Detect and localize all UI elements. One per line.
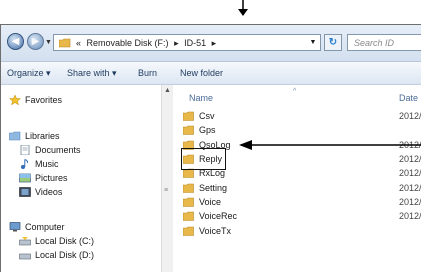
file-date: 2012/ bbox=[399, 197, 421, 208]
scroll-up-icon[interactable]: ▲ bbox=[164, 87, 171, 94]
nav-local-disk-c-label: Local Disk (C:) bbox=[35, 236, 95, 246]
pictures-icon bbox=[19, 173, 31, 183]
breadcrumb-separator[interactable]: ▸ bbox=[174, 38, 179, 48]
nav-videos-label: Videos bbox=[35, 187, 63, 197]
file-date: 2012/ bbox=[399, 139, 421, 150]
folder-icon bbox=[182, 197, 194, 209]
nav-pictures[interactable]: Pictures bbox=[19, 173, 68, 183]
nav-music[interactable]: Music bbox=[19, 159, 59, 169]
drive-icon bbox=[19, 250, 31, 260]
nav-documents[interactable]: Documents bbox=[19, 144, 81, 156]
list-item[interactable]: Gps bbox=[182, 125, 216, 139]
forward-button[interactable]: ▶ bbox=[27, 33, 44, 50]
column-header-name[interactable]: Name bbox=[189, 93, 213, 103]
folder-icon bbox=[182, 211, 194, 223]
file-list: Name ^ Date r Csv2012/GpsQsoLog2012/Repl… bbox=[173, 85, 421, 272]
videos-icon bbox=[19, 187, 31, 197]
list-item[interactable]: VoiceTx bbox=[182, 225, 232, 240]
nav-local-disk-d-label: Local Disk (D:) bbox=[35, 250, 95, 260]
nav-videos[interactable]: Videos bbox=[19, 187, 62, 197]
navigation-scrollbar[interactable]: ▲ ≡ bbox=[161, 85, 173, 272]
nav-computer-label: Computer bbox=[25, 222, 65, 232]
nav-computer[interactable]: Computer bbox=[9, 222, 65, 232]
file-name: Setting bbox=[199, 182, 228, 193]
file-name: VoiceRec bbox=[199, 211, 238, 222]
list-item[interactable]: Setting bbox=[182, 182, 228, 197]
nav-local-disk-c[interactable]: Local Disk (C:) bbox=[19, 236, 94, 246]
file-date: 2012/ bbox=[399, 168, 421, 179]
nav-favorites[interactable]: Favorites bbox=[8, 94, 63, 106]
documents-icon bbox=[19, 144, 31, 156]
file-name: Gps bbox=[199, 125, 216, 136]
libraries-icon bbox=[8, 131, 21, 141]
file-name: VoiceTx bbox=[199, 225, 232, 236]
address-overflow-chevron[interactable]: « bbox=[76, 38, 81, 48]
gps-highlight-box bbox=[181, 148, 226, 170]
new-folder-button[interactable]: New folder bbox=[180, 68, 223, 78]
file-date: 2012/ bbox=[399, 111, 421, 121]
file-date: 2012/ bbox=[399, 182, 421, 193]
folder-icon bbox=[182, 168, 194, 180]
address-bar-region: ◀ ▶ ▼ « Removable Disk (F:) ▸ ID-51 ▸ ▼ … bbox=[1, 25, 421, 62]
nav-local-disk-d[interactable]: Local Disk (D:) bbox=[19, 250, 94, 260]
column-header-date[interactable]: Date r bbox=[399, 93, 421, 103]
refresh-button[interactable]: ↻ bbox=[324, 34, 342, 51]
organize-button[interactable]: Organize ▾ bbox=[7, 68, 51, 79]
star-icon bbox=[8, 94, 22, 106]
breadcrumb-separator[interactable]: ▸ bbox=[212, 38, 217, 48]
file-date: 2012/ bbox=[399, 154, 421, 165]
nav-libraries[interactable]: Libraries bbox=[8, 131, 60, 141]
address-box[interactable]: « Removable Disk (F:) ▸ ID-51 ▸ ▼ bbox=[53, 34, 321, 51]
drive-icon bbox=[19, 236, 31, 246]
folder-icon bbox=[182, 183, 194, 195]
share-with-button[interactable]: Share with ▾ bbox=[67, 68, 117, 79]
folder-icon bbox=[59, 38, 71, 48]
burn-button[interactable]: Burn bbox=[138, 68, 157, 78]
command-bar: Organize ▾ Share with ▾ Burn New folder bbox=[1, 62, 421, 85]
back-button[interactable]: ◀ bbox=[7, 33, 24, 50]
file-name: Csv bbox=[199, 111, 215, 121]
scroll-grip-icon[interactable]: ≡ bbox=[164, 187, 168, 194]
breadcrumb-removable-disk[interactable]: Removable Disk (F:) bbox=[87, 38, 169, 48]
search-input[interactable]: Search ID bbox=[347, 34, 421, 51]
list-item[interactable]: RxLog bbox=[182, 168, 225, 182]
folder-icon bbox=[182, 125, 194, 137]
nav-libraries-label: Libraries bbox=[25, 131, 60, 141]
computer-icon bbox=[9, 222, 21, 232]
top-arrow-icon bbox=[238, 0, 248, 16]
folder-icon bbox=[182, 226, 194, 238]
nav-documents-label: Documents bbox=[35, 145, 81, 155]
list-item[interactable]: Csv bbox=[182, 111, 215, 125]
explorer-window: ◀ ▶ ▼ « Removable Disk (F:) ▸ ID-51 ▸ ▼ … bbox=[0, 24, 421, 272]
list-item[interactable]: Voice bbox=[182, 197, 222, 211]
address-dropdown-icon[interactable]: ▼ bbox=[306, 35, 320, 50]
folder-icon bbox=[182, 111, 194, 123]
file-date: 2012/ bbox=[399, 211, 421, 222]
nav-music-label: Music bbox=[35, 159, 59, 169]
music-icon bbox=[19, 159, 31, 169]
nav-favorites-label: Favorites bbox=[25, 95, 63, 105]
list-item[interactable]: VoiceRec bbox=[182, 211, 238, 225]
sort-ascending-icon: ^ bbox=[293, 88, 297, 95]
nav-pictures-label: Pictures bbox=[35, 173, 68, 183]
recent-pages-dropdown[interactable]: ▼ bbox=[45, 39, 52, 46]
navigation-pane: Favorites Libraries Documents Music Pict… bbox=[1, 85, 173, 272]
file-name: Voice bbox=[199, 197, 222, 208]
breadcrumb-id-51[interactable]: ID-51 bbox=[184, 38, 206, 48]
